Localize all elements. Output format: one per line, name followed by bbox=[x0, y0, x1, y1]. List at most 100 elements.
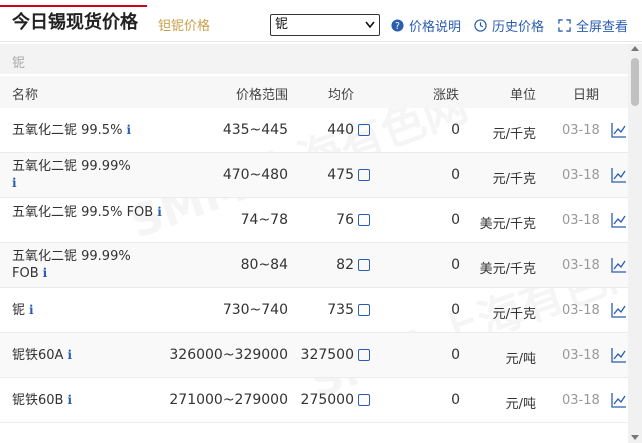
row-date: 03-18 bbox=[562, 123, 600, 138]
row-name: 五氧化二铌 99.99% i bbox=[12, 159, 162, 192]
table-header: 名称 价格范围 均价 涨跌 单位 日期 bbox=[0, 76, 628, 108]
row-name-text: 五氧化二铌 99.5% bbox=[12, 123, 123, 138]
tab-tantalum-niobium[interactable]: 钽铌价格 bbox=[158, 15, 210, 34]
price-explanation-label: 价格说明 bbox=[409, 20, 462, 35]
info-icon[interactable]: i bbox=[43, 266, 48, 280]
row-avg: 327500 bbox=[300, 347, 354, 363]
row-unit: 美元/千克 bbox=[479, 217, 536, 232]
row-avg: 475 bbox=[327, 167, 354, 183]
table-row[interactable]: 五氧化二铌 99.5% FOB i 74~78 76 0 美元/千克 03-18 bbox=[0, 198, 628, 243]
row-name-text: 五氧化二铌 99.99% FOB bbox=[12, 249, 131, 281]
row-avg: 735 bbox=[327, 302, 354, 318]
trend-chart-icon[interactable] bbox=[611, 302, 627, 318]
price-explanation-button[interactable]: ? 价格说明 bbox=[391, 16, 461, 35]
row-name-text: 铌铁60A bbox=[12, 348, 64, 363]
table-row[interactable]: 铌铁60B i 271000~279000 275000 0 元/吨 03-18 bbox=[0, 378, 628, 423]
column-header-date: 日期 bbox=[573, 88, 600, 103]
trend-chart-icon[interactable] bbox=[611, 257, 627, 273]
trend-chart-icon[interactable] bbox=[611, 392, 627, 408]
info-icon[interactable]: i bbox=[12, 176, 17, 190]
row-range: 74~78 bbox=[240, 212, 288, 228]
table-row[interactable]: 五氧化二铌 99.99% FOB i 80~84 82 0 美元/千克 03-18 bbox=[0, 243, 628, 288]
question-circle-icon: ? bbox=[391, 19, 404, 32]
row-name-text: 铌铁60B bbox=[12, 393, 64, 408]
row-name-text: 五氧化二铌 99.5% FOB bbox=[12, 205, 154, 220]
row-change: 0 bbox=[451, 302, 460, 318]
svg-text:?: ? bbox=[395, 21, 400, 32]
clock-icon bbox=[474, 19, 487, 32]
row-name-text: 铌 bbox=[12, 303, 26, 318]
metal-select[interactable]: 铌 bbox=[270, 14, 380, 36]
row-change: 0 bbox=[451, 122, 460, 138]
row-name: 五氧化二铌 99.99% FOB i bbox=[12, 249, 162, 282]
row-change: 0 bbox=[451, 212, 460, 228]
info-icon[interactable]: i bbox=[157, 205, 162, 219]
fullscreen-icon bbox=[558, 19, 571, 32]
trend-chart-icon[interactable] bbox=[611, 347, 627, 363]
row-name: 铌铁60A i bbox=[12, 347, 162, 364]
scrollbar[interactable] bbox=[628, 44, 642, 443]
row-range: 326000~329000 bbox=[169, 347, 288, 363]
row-unit: 元/吨 bbox=[505, 397, 536, 412]
scroll-down-arrow-icon[interactable] bbox=[631, 435, 639, 440]
table-row[interactable]: 铌i 730~740 735 0 元/千克 03-18 bbox=[0, 288, 628, 333]
trend-chart-icon[interactable] bbox=[611, 122, 627, 138]
row-unit: 美元/千克 bbox=[479, 262, 536, 277]
trend-chart-icon[interactable] bbox=[611, 167, 627, 183]
title-underline bbox=[0, 5, 147, 7]
row-name: 铌铁60B i bbox=[12, 392, 162, 409]
currency-icon[interactable] bbox=[358, 394, 370, 406]
row-name: 五氧化二铌 99.5% i bbox=[12, 122, 162, 139]
section-bar: 铌 bbox=[0, 44, 628, 74]
row-avg: 440 bbox=[327, 122, 354, 138]
trend-chart-icon[interactable] bbox=[611, 212, 627, 228]
info-icon[interactable]: i bbox=[67, 348, 72, 362]
row-name: 铌i bbox=[12, 302, 162, 319]
row-avg: 275000 bbox=[300, 392, 354, 408]
row-range: 470~480 bbox=[222, 167, 288, 183]
row-unit: 元/千克 bbox=[492, 172, 536, 187]
history-price-button[interactable]: 历史价格 bbox=[474, 16, 544, 35]
metal-select-value: 铌 bbox=[275, 17, 289, 32]
section-label: 铌 bbox=[12, 56, 26, 71]
currency-icon[interactable] bbox=[358, 169, 370, 181]
row-date: 03-18 bbox=[562, 168, 600, 183]
page-title[interactable]: 今日锡现货价格 bbox=[12, 8, 138, 34]
row-date: 03-18 bbox=[562, 393, 600, 408]
row-name: 五氧化二铌 99.5% FOB i bbox=[12, 204, 162, 221]
row-avg: 82 bbox=[336, 257, 354, 273]
currency-icon[interactable] bbox=[358, 304, 370, 316]
price-table-body: SMM 上海有色网 SMM 上海有色网 五氧化二铌 99.5%i 435~445… bbox=[0, 108, 628, 443]
currency-icon[interactable] bbox=[358, 349, 370, 361]
column-header-avg: 均价 bbox=[328, 88, 355, 103]
info-icon[interactable]: i bbox=[29, 303, 34, 317]
info-icon[interactable]: i bbox=[126, 123, 131, 137]
row-unit: 元/千克 bbox=[492, 127, 536, 142]
info-icon[interactable]: i bbox=[67, 393, 72, 407]
fullscreen-label: 全屏查看 bbox=[576, 20, 629, 35]
row-change: 0 bbox=[451, 347, 460, 363]
column-header-range: 价格范围 bbox=[236, 88, 289, 103]
row-range: 80~84 bbox=[240, 257, 288, 273]
column-header-name: 名称 bbox=[12, 88, 39, 103]
row-unit: 元/千克 bbox=[492, 307, 536, 322]
scroll-thumb[interactable] bbox=[631, 58, 639, 106]
table-row[interactable]: 五氧化二铌 99.99% i 470~480 475 0 元/千克 03-18 bbox=[0, 153, 628, 198]
row-date: 03-18 bbox=[562, 258, 600, 273]
history-price-label: 历史价格 bbox=[492, 20, 545, 35]
column-header-unit: 单位 bbox=[510, 88, 537, 103]
scroll-up-arrow-icon[interactable] bbox=[631, 46, 639, 51]
row-date: 03-18 bbox=[562, 348, 600, 363]
table-row[interactable]: 铌铁60A i 326000~329000 327500 0 元/吨 03-18 bbox=[0, 333, 628, 378]
currency-icon[interactable] bbox=[358, 124, 370, 136]
table-row[interactable]: 五氧化二铌 99.5% i 435~445 440 0 元/千克 03-18 bbox=[0, 108, 628, 153]
row-avg: 76 bbox=[336, 212, 354, 228]
row-range: 730~740 bbox=[222, 302, 288, 318]
row-change: 0 bbox=[451, 392, 460, 408]
row-name-text: 五氧化二铌 99.99% bbox=[12, 159, 131, 174]
fullscreen-button[interactable]: 全屏查看 bbox=[558, 16, 628, 35]
chevron-down-icon bbox=[365, 21, 375, 29]
row-date: 03-18 bbox=[562, 213, 600, 228]
currency-icon[interactable] bbox=[358, 259, 370, 271]
currency-icon[interactable] bbox=[358, 214, 370, 226]
